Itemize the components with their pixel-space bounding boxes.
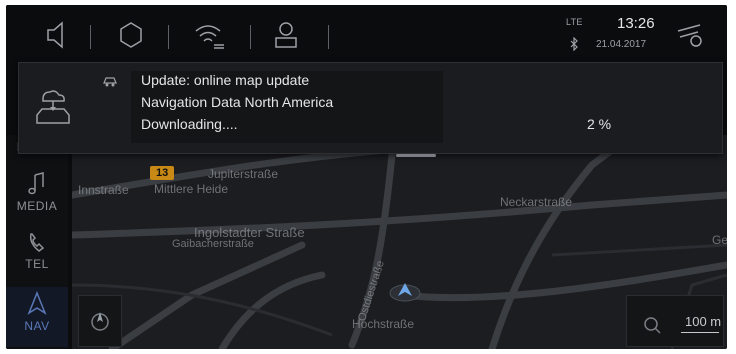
divider (328, 25, 329, 49)
phone-icon (29, 233, 45, 252)
notification-status: Downloading.... (141, 116, 238, 132)
vehicle-position-icon (388, 280, 422, 302)
infotainment-screen: Innstraße 13 Jupiterstraße Mittlere Heid… (6, 5, 727, 349)
progress-percent: 2 % (587, 116, 612, 132)
nav-tel-label: TEL (25, 257, 49, 271)
street-label: Mittlere Heide (154, 182, 229, 196)
side-menu: RADIO MEDIA TEL NAV (6, 135, 68, 349)
navigation-map[interactable]: Innstraße 13 Jupiterstraße Mittlere Heid… (72, 135, 727, 349)
divider (168, 25, 169, 49)
download-icon (101, 73, 119, 94)
speaker-icon[interactable] (44, 19, 70, 56)
nav-tel[interactable]: TEL (6, 231, 68, 271)
notification-subtitle: Navigation Data North America (141, 94, 334, 110)
date: 21.04.2017 (596, 39, 647, 50)
scale-bar (681, 332, 719, 333)
music-note-icon (28, 172, 44, 195)
navigation-arrow-icon (27, 291, 47, 315)
divider (250, 25, 251, 49)
nav-media-label: MEDIA (16, 199, 58, 213)
top-bar: LTE 13:26 21.04.2017 (6, 5, 727, 65)
street-label: Innstraße (78, 183, 129, 197)
nav-nav[interactable]: NAV (6, 287, 68, 347)
map-scale: 100 m (685, 314, 722, 329)
compass-button[interactable] (78, 295, 122, 347)
divider (90, 25, 91, 49)
car-settings-icon[interactable] (674, 19, 708, 54)
nav-media[interactable]: MEDIA (6, 171, 68, 213)
update-notification[interactable]: Update: online map update Navigation Dat… (18, 62, 723, 154)
clock: 13:26 (617, 15, 655, 32)
road-badge: 13 (150, 166, 175, 180)
street-label: Jupiterstraße (208, 167, 279, 181)
user-icon[interactable] (271, 19, 301, 56)
lte-icon: LTE (566, 17, 583, 27)
wifi-icon[interactable] (192, 19, 228, 56)
settings-icon[interactable] (116, 19, 146, 56)
compass-icon (91, 312, 109, 331)
bluetooth-icon (569, 36, 579, 56)
street-label: Ge (712, 233, 727, 247)
nav-nav-label: NAV (24, 319, 50, 333)
zoom-scale-control[interactable]: 100 m (626, 295, 724, 347)
notification-title: Update: online map update (141, 72, 310, 88)
popup-handle[interactable] (396, 154, 436, 157)
car-cloud-icon (33, 87, 71, 132)
zoom-icon (644, 317, 661, 334)
street-label: Neckarstraße (500, 195, 573, 209)
street-label: Gaibacherstraße (172, 238, 254, 250)
street-label: Hochstraße (352, 317, 415, 331)
